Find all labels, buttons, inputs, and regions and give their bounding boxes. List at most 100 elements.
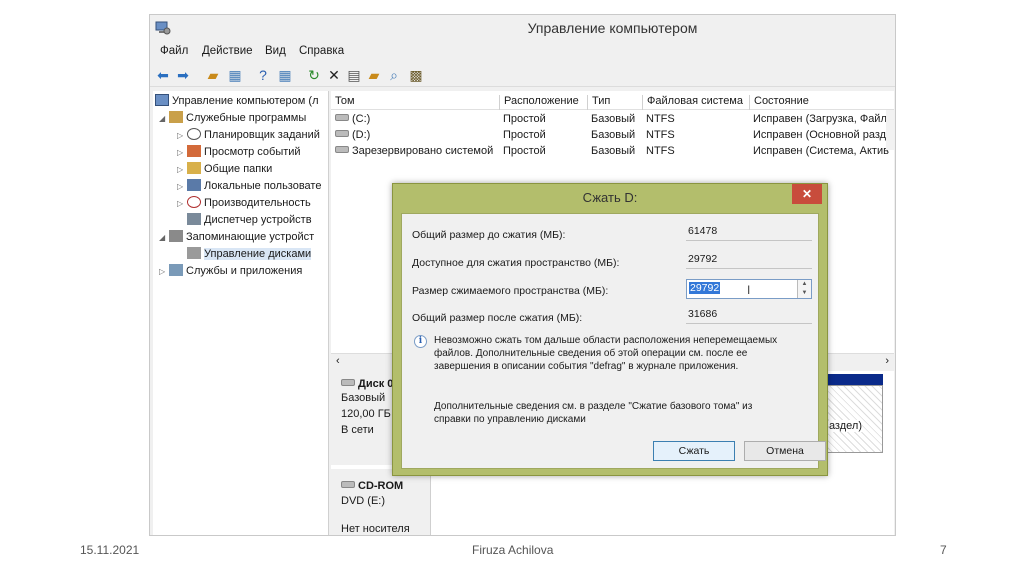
shrink-amount-label: Размер сжимаемого пространства (МБ): [412, 285, 609, 297]
cdrom-drive: DVD (E:) [341, 495, 385, 507]
shrink-dialog: Сжать D: ✕ Общий размер до сжатия (МБ): … [392, 183, 828, 476]
expand-arrow-icon[interactable]: ◢ [159, 111, 169, 127]
disk0-name: Диск 0 [341, 378, 393, 390]
volume-name: (C:) [335, 113, 370, 125]
disk0-type: Базовый [341, 392, 386, 404]
navigation-tree: Управление компьютером (л ◢ Служебные про… [153, 91, 329, 535]
volume-status: Исправен (Загрузка, Файл [753, 113, 887, 125]
volume-name: Зарезервировано системой [335, 145, 493, 157]
info-text-1: Невозможно сжать том дальше области расп… [434, 335, 778, 346]
drive-icon [335, 114, 349, 121]
tree-item-device-manager[interactable]: Диспетчер устройств [187, 212, 312, 228]
available-space-label: Доступное для сжатия пространство (МБ): [412, 257, 620, 269]
volume-name-text: Зарезервировано системой [352, 145, 494, 157]
menu-action[interactable]: Действие [202, 45, 253, 57]
expand-arrow-icon[interactable]: ◢ [159, 230, 169, 246]
volume-layout: Простой [503, 113, 546, 125]
col-filesystem[interactable]: Файловая система [642, 95, 743, 110]
tree-item-disk-management[interactable]: Управление дисками [187, 246, 312, 262]
shared-folder-icon [187, 162, 201, 174]
tree-item-services-apps[interactable]: ▷ Службы и приложения [159, 263, 302, 279]
menu-view[interactable]: Вид [265, 45, 286, 57]
cdrom-icon [341, 481, 355, 488]
close-button[interactable]: ✕ [792, 184, 822, 204]
col-type[interactable]: Тип [587, 95, 610, 110]
refresh-icon[interactable]: ↻ [305, 66, 323, 84]
event-log-icon [187, 145, 201, 157]
volume-name-text: (C:) [352, 113, 371, 125]
tree-item-shared-folders[interactable]: ▷ Общие папки [177, 161, 272, 177]
partition-label: аздел) [828, 420, 862, 432]
table-row[interactable]: Зарезервировано системой Простой Базовый… [331, 144, 894, 160]
scroll-right-icon[interactable]: › [885, 355, 889, 367]
menu-bar: Файл Действие Вид Справка [150, 42, 895, 62]
dialog-title: Сжать D: [582, 190, 638, 205]
size-after-value: 31686 [686, 307, 812, 324]
collapse-arrow-icon[interactable]: ▷ [177, 179, 187, 195]
table-row[interactable]: (D:) Простой Базовый NTFS Исправен (Осно… [331, 128, 894, 144]
drive-icon [335, 130, 349, 137]
footer-author: Firuza Achilova [472, 543, 554, 557]
tree-item-event-viewer[interactable]: ▷ Просмотр событий [177, 144, 301, 160]
forward-icon[interactable]: ➡ [174, 66, 192, 84]
tree-item-performance[interactable]: ▷ Производительность [177, 195, 311, 211]
cdrom-label[interactable]: CD-ROM DVD (E:) Нет носителя [331, 469, 431, 535]
storage-icon [169, 230, 183, 242]
disk-settings-icon[interactable]: ▩ [407, 66, 425, 84]
properties-icon[interactable]: ▤ [345, 66, 363, 84]
vertical-scrollbar[interactable] [886, 110, 894, 150]
back-icon[interactable]: ⬅ [154, 66, 172, 84]
tree-item-local-users[interactable]: ▷ Локальные пользовате [177, 178, 321, 194]
footer-page-number: 7 [940, 543, 947, 557]
tree-item-task-scheduler[interactable]: ▷ Планировщик заданий [177, 127, 320, 143]
open-folder-icon[interactable]: ▰ [365, 66, 383, 84]
show-hide-tree-icon[interactable]: ▦ [226, 66, 244, 84]
shrink-amount-stepper[interactable]: ▲ ▼ [797, 280, 811, 298]
disk-management-icon [187, 247, 201, 259]
volume-type: Базовый [591, 113, 636, 125]
shrink-amount-input[interactable]: 29792 I ▲ ▼ [686, 279, 812, 299]
volume-status: Исправен (Система, Актив [753, 145, 889, 157]
delete-icon[interactable]: ✕ [325, 66, 343, 84]
device-manager-icon [187, 213, 201, 225]
volume-name: (D:) [335, 129, 370, 141]
cdrom-status: Нет носителя [341, 523, 410, 535]
volume-type: Базовый [591, 145, 636, 157]
cdrom-name: CD-ROM [341, 480, 403, 492]
tree-item-storage[interactable]: ◢ Запоминающие устройст [159, 229, 314, 245]
volume-layout: Простой [503, 129, 546, 141]
collapse-arrow-icon[interactable]: ▷ [177, 145, 187, 161]
action-pane-icon[interactable]: ▦ [276, 66, 294, 84]
help-icon[interactable]: ? [254, 66, 272, 84]
up-folder-icon[interactable]: ▰ [204, 66, 222, 84]
col-status[interactable]: Состояние [749, 95, 809, 110]
collapse-arrow-icon[interactable]: ▷ [177, 162, 187, 178]
tree-item-system-tools[interactable]: ◢ Служебные программы [159, 110, 306, 126]
disk0-status: В сети [341, 424, 374, 436]
spin-down-icon[interactable]: ▼ [798, 289, 811, 298]
disk0-size: 120,00 ГБ [341, 408, 391, 420]
spin-up-icon[interactable]: ▲ [798, 280, 811, 289]
drive-icon [335, 146, 349, 153]
total-size-value: 61478 [686, 224, 812, 241]
shrink-amount-value: 29792 [689, 282, 721, 294]
tree-root[interactable]: Управление компьютером (л [155, 93, 319, 109]
menu-help[interactable]: Справка [299, 45, 344, 57]
table-row[interactable]: (C:) Простой Базовый NTFS Исправен (Загр… [331, 112, 894, 128]
collapse-arrow-icon[interactable]: ▷ [177, 128, 187, 144]
scroll-left-icon[interactable]: ‹ [336, 355, 340, 367]
cancel-button[interactable]: Отмена [744, 441, 826, 461]
search-icon[interactable]: ⌕ [385, 66, 403, 84]
col-layout[interactable]: Расположение [499, 95, 579, 110]
collapse-arrow-icon[interactable]: ▷ [159, 264, 169, 280]
col-volume[interactable]: Том [331, 95, 355, 110]
tools-icon [169, 111, 183, 123]
dialog-body: Общий размер до сжатия (МБ): 61478 Досту… [401, 213, 826, 469]
menu-file[interactable]: Файл [160, 45, 188, 57]
shrink-button[interactable]: Сжать [653, 441, 735, 461]
info-text-2: файлов. Дополнительные сведения об этой … [434, 348, 748, 359]
toolbar: ⬅ ➡ ▰ ▦ ? ▦ ↻ ✕ ▤ ▰ ⌕ ▩ [150, 63, 895, 87]
title-bar: Управление компьютером [150, 15, 895, 42]
collapse-arrow-icon[interactable]: ▷ [177, 196, 187, 212]
disk0-name-text: Диск 0 [358, 378, 394, 390]
